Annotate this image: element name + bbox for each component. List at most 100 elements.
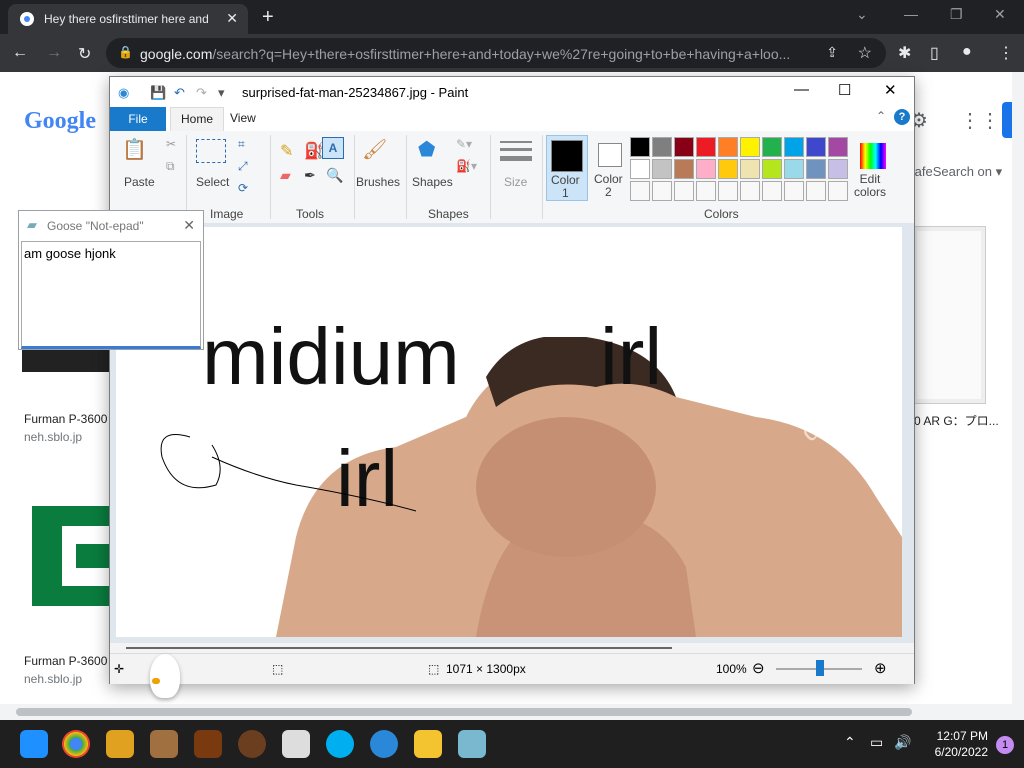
paint-minimize-icon[interactable]: — <box>794 81 809 98</box>
palette-swatch[interactable] <box>630 159 650 179</box>
clock[interactable]: 12:07 PM 6/20/2022 <box>935 728 988 760</box>
palette-swatch[interactable] <box>718 181 738 201</box>
canvas-scrollbar[interactable] <box>126 647 672 649</box>
copy-icon[interactable]: ⧉ <box>166 159 175 174</box>
result-thumbnail[interactable] <box>32 506 112 606</box>
forward-icon[interactable]: → <box>46 44 62 62</box>
notepad-taskbar-icon[interactable] <box>458 730 486 758</box>
paint-canvas[interactable]: midium irl irl dream <box>116 227 902 637</box>
profile-icon[interactable]: ● <box>962 43 972 61</box>
back-icon[interactable]: ← <box>12 44 28 62</box>
palette-swatch[interactable] <box>630 137 650 157</box>
skype-icon[interactable] <box>326 730 354 758</box>
sign-in-button[interactable] <box>1002 102 1012 138</box>
crop-icon[interactable]: ⌗ <box>238 137 245 152</box>
google-apps-icon[interactable]: ⋮⋮ <box>960 108 1000 133</box>
palette-swatch[interactable] <box>718 137 738 157</box>
palette-swatch[interactable] <box>740 159 760 179</box>
start-icon[interactable] <box>20 730 48 758</box>
save-icon[interactable]: 💾 <box>150 85 166 101</box>
extensions-icon[interactable]: ✱ <box>898 43 911 63</box>
paste-button[interactable]: Paste <box>124 175 155 189</box>
rotate-icon[interactable]: ⟳ <box>238 181 248 195</box>
paint-maximize-icon[interactable]: ☐ <box>838 81 851 99</box>
goose-notepad-title-bar[interactable]: ▰ Goose "Not-epad" ✕ <box>19 211 203 239</box>
result-title[interactable]: Furman P-3600 <box>24 654 107 668</box>
tab-home[interactable]: Home <box>170 107 224 132</box>
share-icon[interactable]: ⇪ <box>826 44 838 61</box>
palette-swatch[interactable] <box>762 159 782 179</box>
palette-swatch[interactable] <box>740 181 760 201</box>
coffee-app-icon[interactable] <box>238 730 266 758</box>
palette-swatch[interactable] <box>718 159 738 179</box>
palette-swatch[interactable] <box>806 137 826 157</box>
safesearch-toggle[interactable]: SafeSearch on ▾ <box>906 164 1002 180</box>
select-button[interactable]: Select <box>196 175 229 189</box>
chrome-icon[interactable] <box>62 730 90 758</box>
palette-swatch[interactable] <box>762 137 782 157</box>
palette-swatch[interactable] <box>652 181 672 201</box>
result-thumbnail[interactable] <box>912 226 986 404</box>
cut-icon[interactable]: ✂ <box>166 137 176 151</box>
tab-search-icon[interactable]: ⌄ <box>856 6 868 23</box>
bookmark-star-icon[interactable]: ☆ <box>858 43 872 63</box>
zoom-slider-thumb[interactable] <box>816 660 824 676</box>
customize-qat-icon[interactable]: ▾ <box>218 85 225 101</box>
monkey-app-icon[interactable] <box>150 730 178 758</box>
fill-style-icon[interactable]: ⛽▾ <box>456 159 477 173</box>
chrome-menu-icon[interactable]: ⋮ <box>998 43 1014 63</box>
palette-swatch[interactable] <box>674 159 694 179</box>
palette-swatch[interactable] <box>630 181 650 201</box>
color2-button[interactable]: Color 2 <box>590 135 630 199</box>
side-panel-icon[interactable]: ▯ <box>930 43 939 63</box>
goose-notepad-text-area[interactable]: am goose hjonk <box>21 241 201 349</box>
new-tab-icon[interactable]: + <box>262 6 274 29</box>
close-window-icon[interactable]: ✕ <box>994 6 1006 23</box>
file-explorer-icon[interactable] <box>414 730 442 758</box>
palette-swatch[interactable] <box>828 181 848 201</box>
minimize-icon[interactable]: — <box>904 6 918 22</box>
goose-notepad-close-icon[interactable]: ✕ <box>183 217 195 234</box>
palette-swatch[interactable] <box>828 137 848 157</box>
shield-app-icon[interactable] <box>106 730 134 758</box>
document-app-icon[interactable] <box>282 730 310 758</box>
undo-icon[interactable]: ↶ <box>174 85 185 101</box>
eraser-icon[interactable]: ▰ <box>280 167 291 184</box>
brushes-icon[interactable]: 🖌 <box>362 137 387 162</box>
vertical-scrollbar[interactable] <box>1012 72 1024 720</box>
google-logo[interactable]: Google <box>24 108 96 135</box>
text-tool-icon[interactable]: A <box>322 137 344 159</box>
palette-swatch[interactable] <box>762 181 782 201</box>
paint-taskbar-icon[interactable] <box>370 730 398 758</box>
size-icon[interactable] <box>500 141 532 161</box>
palette-swatch[interactable] <box>652 137 672 157</box>
palette-swatch[interactable] <box>784 159 804 179</box>
size-button[interactable]: Size <box>504 175 527 189</box>
palette-swatch[interactable] <box>696 181 716 201</box>
tray-overflow-icon[interactable]: ⌃ <box>844 734 856 751</box>
tab-file[interactable]: File <box>110 107 166 131</box>
fill-icon[interactable]: ⛽ <box>304 141 324 161</box>
shapes-icon[interactable]: ⬟ <box>418 137 435 162</box>
pencil-icon[interactable]: ✎ <box>280 141 293 161</box>
shapes-button[interactable]: Shapes <box>412 175 453 189</box>
reload-icon[interactable]: ↻ <box>78 44 91 64</box>
result-title[interactable]: Furman P-3600 <box>24 412 107 426</box>
paint-close-icon[interactable]: ✕ <box>884 81 897 99</box>
select-icon[interactable] <box>196 139 226 163</box>
palette-swatch[interactable] <box>784 181 804 201</box>
brave-app-icon[interactable] <box>194 730 222 758</box>
palette-swatch[interactable] <box>828 159 848 179</box>
paste-icon[interactable]: 📋 <box>122 137 147 162</box>
zoom-in-icon[interactable]: ⊕ <box>874 659 887 677</box>
palette-swatch[interactable] <box>806 159 826 179</box>
address-bar[interactable]: 🔒 google.com/search?q=Hey+there+osfirstt… <box>106 38 886 68</box>
paint-title-bar[interactable]: ◉ 💾 ↶ ↷ ▾ surprised-fat-man-25234867.jpg… <box>110 77 914 107</box>
collapse-ribbon-icon[interactable]: ⌃ <box>876 109 886 123</box>
close-tab-icon[interactable]: ✕ <box>226 10 238 27</box>
brushes-button[interactable]: Brushes <box>356 175 400 189</box>
outline-icon[interactable]: ✎▾ <box>456 137 472 151</box>
palette-swatch[interactable] <box>806 181 826 201</box>
scrollbar-thumb[interactable] <box>16 708 912 716</box>
redo-icon[interactable]: ↷ <box>196 85 207 101</box>
